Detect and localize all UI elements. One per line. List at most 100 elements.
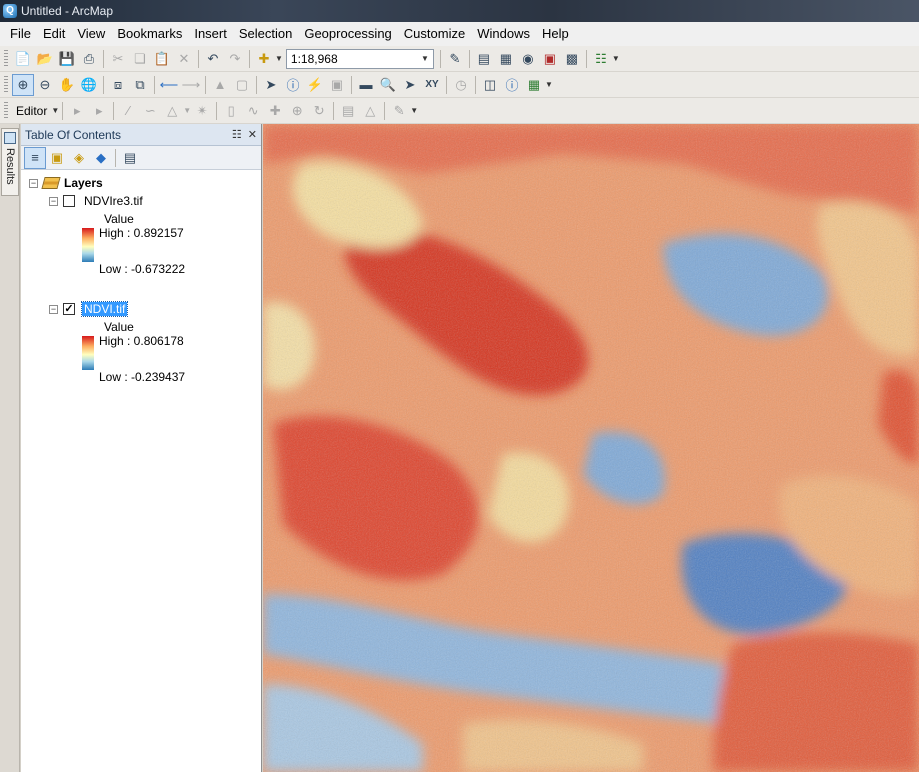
- print-icon[interactable]: ⎙: [78, 48, 100, 70]
- go-to-xy-icon[interactable]: XY: [421, 74, 443, 96]
- menu-geoprocessing[interactable]: Geoprocessing: [298, 22, 397, 46]
- layer-name[interactable]: NDVI.tif: [80, 301, 129, 317]
- layers-data-frame[interactable]: − Layers: [29, 174, 103, 192]
- trace-icon[interactable]: △: [161, 100, 183, 122]
- options-icon[interactable]: ▤: [119, 147, 141, 169]
- collapse-icon[interactable]: −: [49, 196, 58, 206]
- layer-visibility-checkbox[interactable]: [63, 195, 75, 207]
- redo-icon[interactable]: ↷: [224, 48, 246, 70]
- menu-selection[interactable]: Selection: [233, 22, 298, 46]
- search-window-icon[interactable]: ◉: [517, 48, 539, 70]
- find-route-icon[interactable]: ➤: [399, 74, 421, 96]
- split-icon[interactable]: ⊕: [286, 100, 308, 122]
- pan-icon[interactable]: ✋: [56, 74, 78, 96]
- edit-annotation-icon[interactable]: ▸: [88, 100, 110, 122]
- toolbar-options-icon[interactable]: ▼: [545, 80, 553, 89]
- collapse-icon[interactable]: −: [29, 178, 38, 188]
- save-icon[interactable]: 💾: [56, 48, 78, 70]
- toolbar-grip[interactable]: [4, 75, 8, 94]
- arctoolbox-icon[interactable]: ▣: [539, 48, 561, 70]
- editor-menu-button[interactable]: Editor: [12, 104, 51, 118]
- cut-polygons-icon[interactable]: ✚: [264, 100, 286, 122]
- fixed-zoom-out-icon[interactable]: ⧉: [129, 74, 151, 96]
- paste-icon[interactable]: 📋: [151, 48, 173, 70]
- time-slider-icon[interactable]: ◷: [450, 74, 472, 96]
- attributes-icon[interactable]: ▤: [337, 100, 359, 122]
- create-features-icon[interactable]: ✎: [388, 100, 410, 122]
- fixed-zoom-in-icon[interactable]: ⧈: [107, 74, 129, 96]
- menu-windows[interactable]: Windows: [471, 22, 536, 46]
- rotate-icon[interactable]: ↻: [308, 100, 330, 122]
- back-extent-icon[interactable]: ⟵: [158, 74, 180, 96]
- delete-icon[interactable]: ✕: [173, 48, 195, 70]
- model-builder-icon[interactable]: ☷: [590, 48, 612, 70]
- html-popup-icon[interactable]: ⚡: [304, 74, 326, 96]
- reshape-icon[interactable]: ∿: [242, 100, 264, 122]
- toolbar-separator: [351, 75, 352, 94]
- toolbar-options-icon[interactable]: ▼: [410, 106, 418, 115]
- zoom-out-icon[interactable]: ⊖: [34, 74, 56, 96]
- layer-visibility-checkbox[interactable]: ✓: [63, 303, 75, 315]
- cut-icon[interactable]: ✂: [107, 48, 129, 70]
- close-icon[interactable]: ✕: [248, 128, 257, 141]
- layer-row-ndvire3[interactable]: − NDVIre3.tif: [49, 192, 145, 210]
- chevron-down-icon[interactable]: ▼: [183, 106, 191, 115]
- toolbar-grip[interactable]: [4, 101, 8, 120]
- menu-bookmarks[interactable]: Bookmarks: [111, 22, 188, 46]
- undo-icon[interactable]: ↶: [202, 48, 224, 70]
- editor-dropdown-icon[interactable]: ▼: [51, 106, 59, 115]
- menu-help[interactable]: Help: [536, 22, 575, 46]
- create-viewer-icon[interactable]: ⓘ: [501, 74, 523, 96]
- measure-icon[interactable]: ▬: [355, 74, 377, 96]
- open-folder-icon[interactable]: 📂: [34, 48, 56, 70]
- new-document-icon[interactable]: 📄: [12, 48, 34, 70]
- viewer-window-icon[interactable]: ◫: [479, 74, 501, 96]
- straight-segment-icon[interactable]: ∕: [117, 100, 139, 122]
- menu-insert[interactable]: Insert: [188, 22, 233, 46]
- catalog-window-icon[interactable]: ▦: [495, 48, 517, 70]
- menu-file[interactable]: File: [4, 22, 37, 46]
- forward-extent-icon[interactable]: ⟶: [180, 74, 202, 96]
- end-point-arc-icon[interactable]: ∽: [139, 100, 161, 122]
- python-window-icon[interactable]: ▩: [561, 48, 583, 70]
- editor-toolbar-icon[interactable]: ✎: [444, 48, 466, 70]
- measure-icon[interactable]: ▣: [326, 74, 348, 96]
- clear-selection-icon[interactable]: ▢: [231, 74, 253, 96]
- zoom-in-icon[interactable]: ⊕: [12, 73, 34, 96]
- list-by-selection-icon[interactable]: ◆: [90, 147, 112, 169]
- find-icon[interactable]: 🔍: [377, 74, 399, 96]
- toc-window-icon[interactable]: ▤: [473, 48, 495, 70]
- add-data-dropdown-icon[interactable]: ▼: [275, 54, 283, 63]
- toolbar-separator: [115, 148, 116, 167]
- identify-icon[interactable]: ⓘ: [282, 74, 304, 96]
- point-icon[interactable]: ✴: [191, 100, 213, 122]
- select-features-icon[interactable]: ▲: [209, 74, 231, 96]
- menu-view[interactable]: View: [71, 22, 111, 46]
- list-by-source-icon[interactable]: ▣: [46, 147, 68, 169]
- add-data-icon[interactable]: ✚: [253, 48, 275, 70]
- layer-name[interactable]: NDVIre3.tif: [82, 194, 145, 208]
- collapse-icon[interactable]: −: [49, 304, 58, 314]
- pin-icon[interactable]: ☷: [232, 128, 242, 141]
- toolbar-grip[interactable]: [4, 49, 8, 68]
- sketch-properties-icon[interactable]: △: [359, 100, 381, 122]
- overview-icon[interactable]: ▦: [523, 74, 545, 96]
- edit-vertices-icon[interactable]: ▯: [220, 100, 242, 122]
- edit-tool-icon[interactable]: ▸: [66, 100, 88, 122]
- map-display[interactable]: [263, 124, 919, 772]
- legend-low-label: Low : -0.673222: [99, 262, 186, 276]
- ndvi-raster: [263, 124, 919, 772]
- menu-edit[interactable]: Edit: [37, 22, 71, 46]
- toolbar-options-icon[interactable]: ▼: [612, 54, 620, 63]
- list-by-visibility-icon[interactable]: ◈: [68, 147, 90, 169]
- chevron-down-icon[interactable]: ▼: [421, 54, 429, 63]
- copy-icon[interactable]: ❏: [129, 48, 151, 70]
- results-tab[interactable]: Results: [1, 128, 19, 196]
- full-extent-icon[interactable]: 🌐: [78, 74, 100, 96]
- map-scale-combo[interactable]: 1:18,968 ▼: [285, 48, 434, 69]
- menu-customize[interactable]: Customize: [398, 22, 471, 46]
- title-bar: Q Untitled - ArcMap: [0, 0, 919, 22]
- layer-row-ndvi[interactable]: − ✓ NDVI.tif: [49, 300, 129, 318]
- list-by-drawing-order-icon[interactable]: ≡: [24, 146, 46, 169]
- select-elements-icon[interactable]: ➤: [260, 74, 282, 96]
